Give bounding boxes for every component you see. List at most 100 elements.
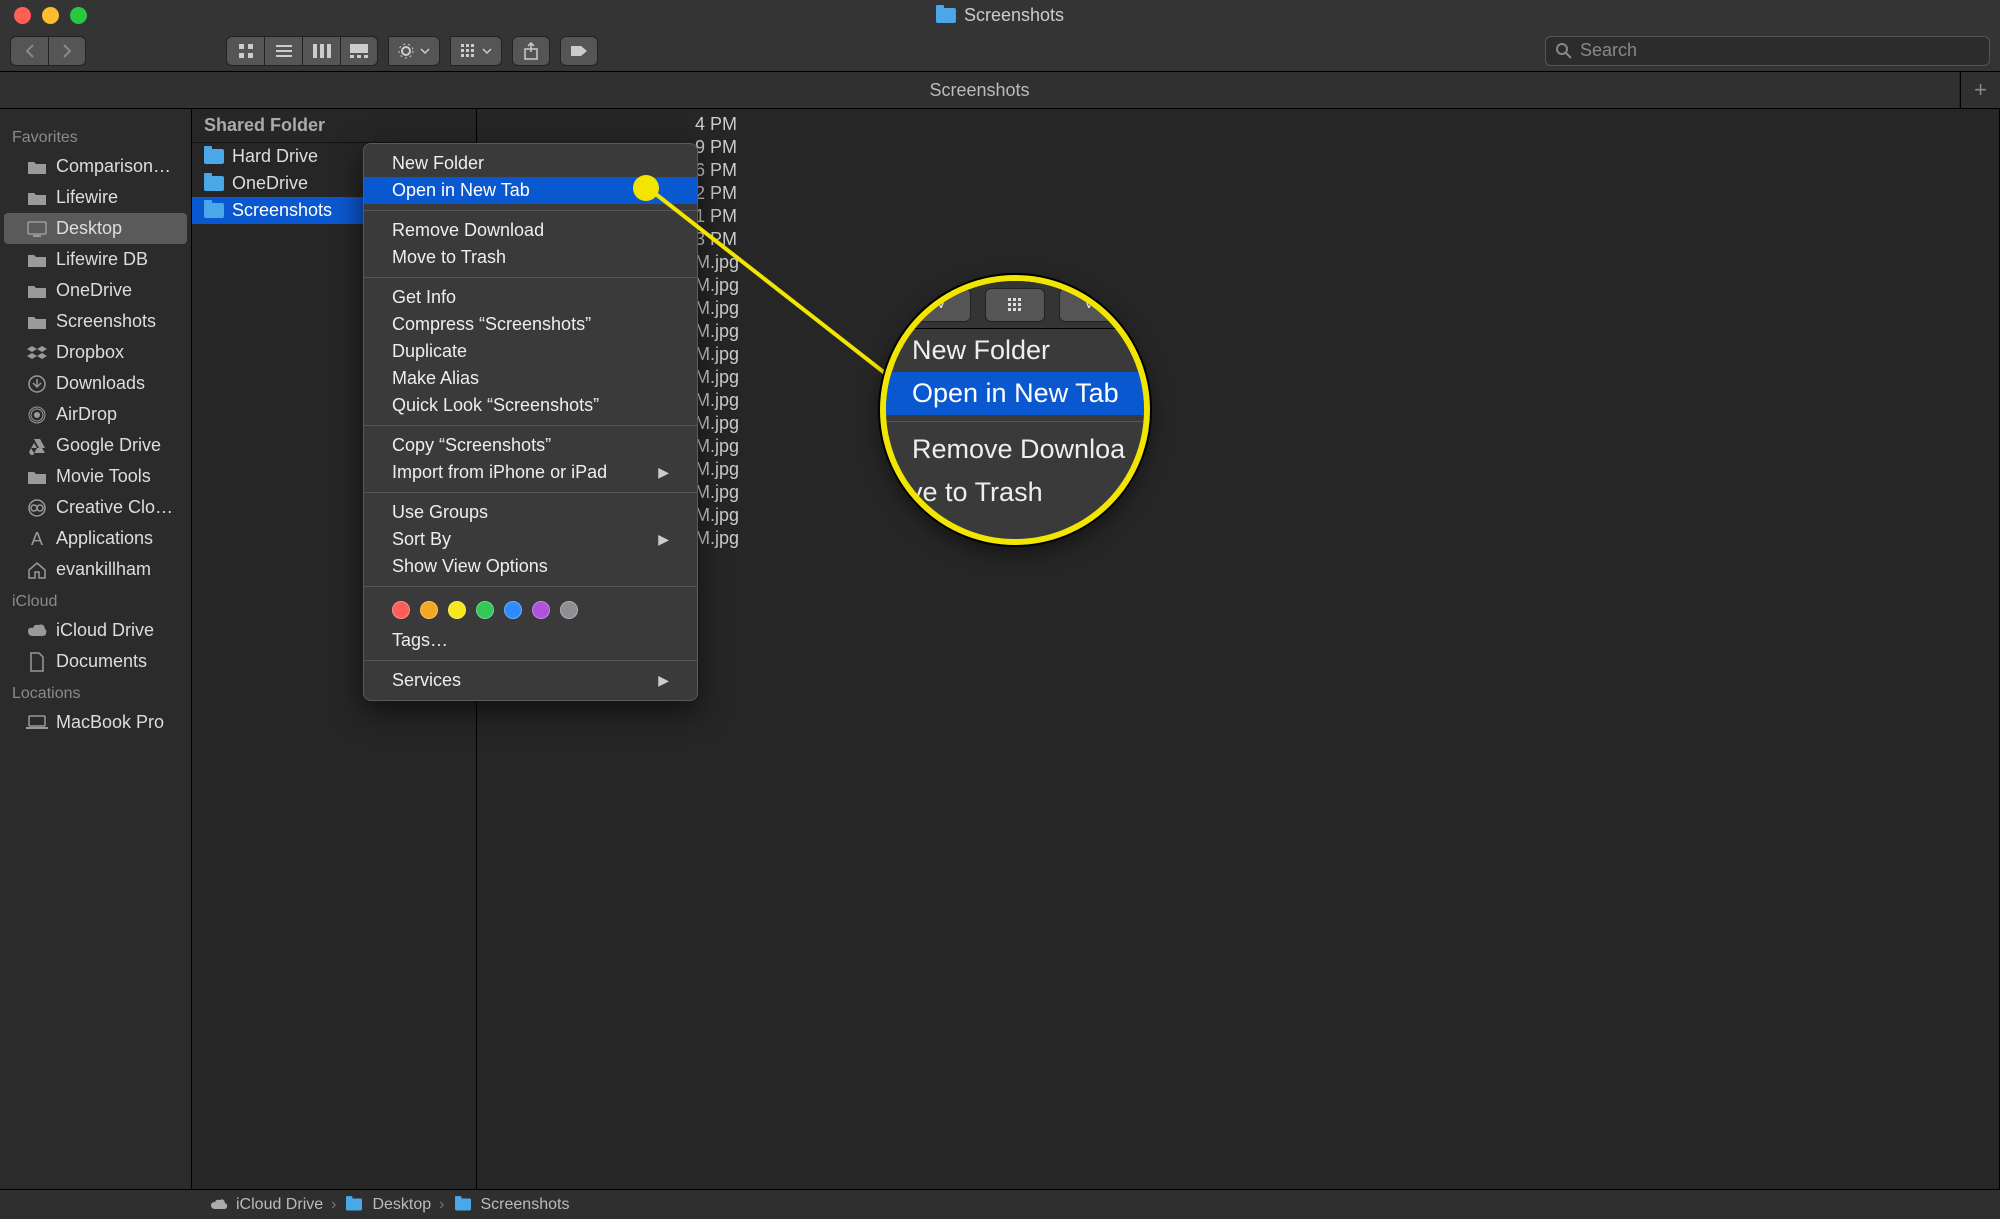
cloud-icon bbox=[210, 1198, 228, 1212]
tag-color-dot[interactable] bbox=[420, 601, 438, 619]
sidebar-item-documents[interactable]: Documents bbox=[0, 646, 191, 677]
menu-item-quick-look-screenshots-[interactable]: Quick Look “Screenshots” bbox=[364, 392, 697, 419]
menu-item-remove-download[interactable]: Remove Download bbox=[364, 217, 697, 244]
menu-item-show-view-options[interactable]: Show View Options bbox=[364, 553, 697, 580]
sidebar-item-onedrive[interactable]: OneDrive bbox=[0, 275, 191, 306]
column-view-button[interactable] bbox=[302, 36, 340, 66]
minimize-window-button[interactable] bbox=[42, 7, 59, 24]
path-segment[interactable]: Desktop bbox=[372, 1196, 431, 1214]
file-row[interactable]: 9 PM bbox=[477, 136, 1999, 159]
file-row[interactable]: M.jpg bbox=[477, 343, 1999, 366]
menu-item-copy-screenshots-[interactable]: Copy “Screenshots” bbox=[364, 432, 697, 459]
file-row[interactable]: 4 PM bbox=[477, 113, 1999, 136]
sidebar-item-creative-clo-[interactable]: Creative Clo… bbox=[0, 492, 191, 523]
menu-item-open-in-new-tab[interactable]: Open in New Tab bbox=[364, 177, 697, 204]
menu-item-services[interactable]: Services▶ bbox=[364, 667, 697, 694]
forward-button[interactable] bbox=[48, 36, 86, 66]
folder-icon bbox=[26, 189, 48, 207]
downloads-icon bbox=[26, 375, 48, 393]
tab-screenshots[interactable]: Screenshots bbox=[0, 72, 1960, 108]
menu-item-tags[interactable]: Tags… bbox=[364, 627, 697, 654]
back-button[interactable] bbox=[10, 36, 48, 66]
tag-color-dot[interactable] bbox=[392, 601, 410, 619]
menu-item-label: Use Groups bbox=[392, 502, 488, 523]
chevron-right-icon: ▶ bbox=[658, 464, 669, 481]
file-row[interactable]: M.jpg bbox=[477, 504, 1999, 527]
file-row[interactable]: M.jpg bbox=[477, 435, 1999, 458]
path-segment[interactable]: iCloud Drive bbox=[236, 1196, 323, 1214]
sidebar-item-lifewire[interactable]: Lifewire bbox=[0, 182, 191, 213]
file-row[interactable]: M.jpg bbox=[477, 274, 1999, 297]
menu-item-make-alias[interactable]: Make Alias bbox=[364, 365, 697, 392]
sidebar-item-applications[interactable]: AApplications bbox=[0, 523, 191, 554]
menu-item-label: Move to Trash bbox=[392, 247, 506, 268]
zoom-window-button[interactable] bbox=[70, 7, 87, 24]
file-row[interactable]: M.jpg bbox=[477, 481, 1999, 504]
icon-view-button[interactable] bbox=[226, 36, 264, 66]
gallery-view-button[interactable] bbox=[340, 36, 378, 66]
view-mode-group bbox=[226, 36, 378, 66]
search-field[interactable]: Search bbox=[1545, 36, 1990, 66]
tag-color-dot[interactable] bbox=[532, 601, 550, 619]
menu-item-label: Duplicate bbox=[392, 341, 467, 362]
tag-color-dot[interactable] bbox=[504, 601, 522, 619]
sidebar-item-downloads[interactable]: Downloads bbox=[0, 368, 191, 399]
sidebar-item-screenshots[interactable]: Screenshots bbox=[0, 306, 191, 337]
menu-item-import-from-iphone-or-ipad[interactable]: Import from iPhone or iPad▶ bbox=[364, 459, 697, 486]
file-row[interactable]: 3 PM bbox=[477, 228, 1999, 251]
menu-item-label: Copy “Screenshots” bbox=[392, 435, 551, 456]
sidebar-item-movie-tools[interactable]: Movie Tools bbox=[0, 461, 191, 492]
menu-item-label: Open in New Tab bbox=[392, 180, 530, 201]
menu-item-move-to-trash[interactable]: Move to Trash bbox=[364, 244, 697, 271]
context-menu: New Folder Open in New Tab Remove Download… bbox=[363, 143, 698, 701]
file-row[interactable]: M.jpg bbox=[477, 389, 1999, 412]
sidebar-item-evankillham[interactable]: evankillham bbox=[0, 554, 191, 585]
menu-item-get-info[interactable]: Get Info bbox=[364, 284, 697, 311]
gallery-icon bbox=[350, 44, 368, 58]
sidebar-item-label: Creative Clo… bbox=[56, 497, 173, 518]
close-window-button[interactable] bbox=[14, 7, 31, 24]
file-row[interactable]: M.jpg bbox=[477, 527, 1999, 550]
share-button[interactable] bbox=[512, 36, 550, 66]
sidebar-item-airdrop[interactable]: AirDrop bbox=[0, 399, 191, 430]
sidebar-item-label: Comparison… bbox=[56, 156, 171, 177]
sidebar-item-google-drive[interactable]: Google Drive bbox=[0, 430, 191, 461]
sidebar-section-header: Favorites bbox=[0, 121, 191, 151]
file-row[interactable]: 6 PM bbox=[477, 159, 1999, 182]
sidebar-item-desktop[interactable]: Desktop bbox=[4, 213, 187, 244]
menu-item-duplicate[interactable]: Duplicate bbox=[364, 338, 697, 365]
folder-icon bbox=[26, 282, 48, 300]
tag-color-dot[interactable] bbox=[448, 601, 466, 619]
sidebar-item-icloud-drive[interactable]: iCloud Drive bbox=[0, 615, 191, 646]
sidebar-item-comparison-[interactable]: Comparison… bbox=[0, 151, 191, 182]
file-row[interactable]: M.jpg bbox=[477, 366, 1999, 389]
file-row[interactable]: 2 PM bbox=[477, 182, 1999, 205]
column-item-label: OneDrive bbox=[232, 173, 308, 194]
tag-color-row bbox=[364, 593, 697, 627]
sidebar-item-label: Applications bbox=[56, 528, 153, 549]
sidebar-item-macbook-pro[interactable]: MacBook Pro bbox=[0, 707, 191, 738]
file-row[interactable]: 1 PM bbox=[477, 205, 1999, 228]
sidebar-item-dropbox[interactable]: Dropbox bbox=[0, 337, 191, 368]
menu-separator bbox=[364, 492, 697, 493]
file-row[interactable]: M.jpg bbox=[477, 320, 1999, 343]
new-tab-button[interactable]: + bbox=[1960, 72, 2000, 108]
file-row[interactable]: M.jpg bbox=[477, 297, 1999, 320]
action-menu-button[interactable] bbox=[388, 36, 440, 66]
tag-color-dot[interactable] bbox=[476, 601, 494, 619]
window-title: Screenshots bbox=[936, 5, 1064, 26]
tags-button[interactable] bbox=[560, 36, 598, 66]
sidebar-item-lifewire-db[interactable]: Lifewire DB bbox=[0, 244, 191, 275]
arrange-menu-button[interactable] bbox=[450, 36, 502, 66]
search-placeholder: Search bbox=[1580, 40, 1637, 61]
menu-item-use-groups[interactable]: Use Groups bbox=[364, 499, 697, 526]
file-row[interactable]: M.jpg bbox=[477, 412, 1999, 435]
file-row[interactable]: M.jpg bbox=[477, 458, 1999, 481]
file-row[interactable]: M.jpg bbox=[477, 251, 1999, 274]
menu-item-new-folder[interactable]: New Folder bbox=[364, 150, 697, 177]
menu-item-compress-screenshots-[interactable]: Compress “Screenshots” bbox=[364, 311, 697, 338]
tag-color-dot[interactable] bbox=[560, 601, 578, 619]
list-view-button[interactable] bbox=[264, 36, 302, 66]
path-segment[interactable]: Screenshots bbox=[481, 1196, 570, 1214]
menu-item-sort-by[interactable]: Sort By▶ bbox=[364, 526, 697, 553]
